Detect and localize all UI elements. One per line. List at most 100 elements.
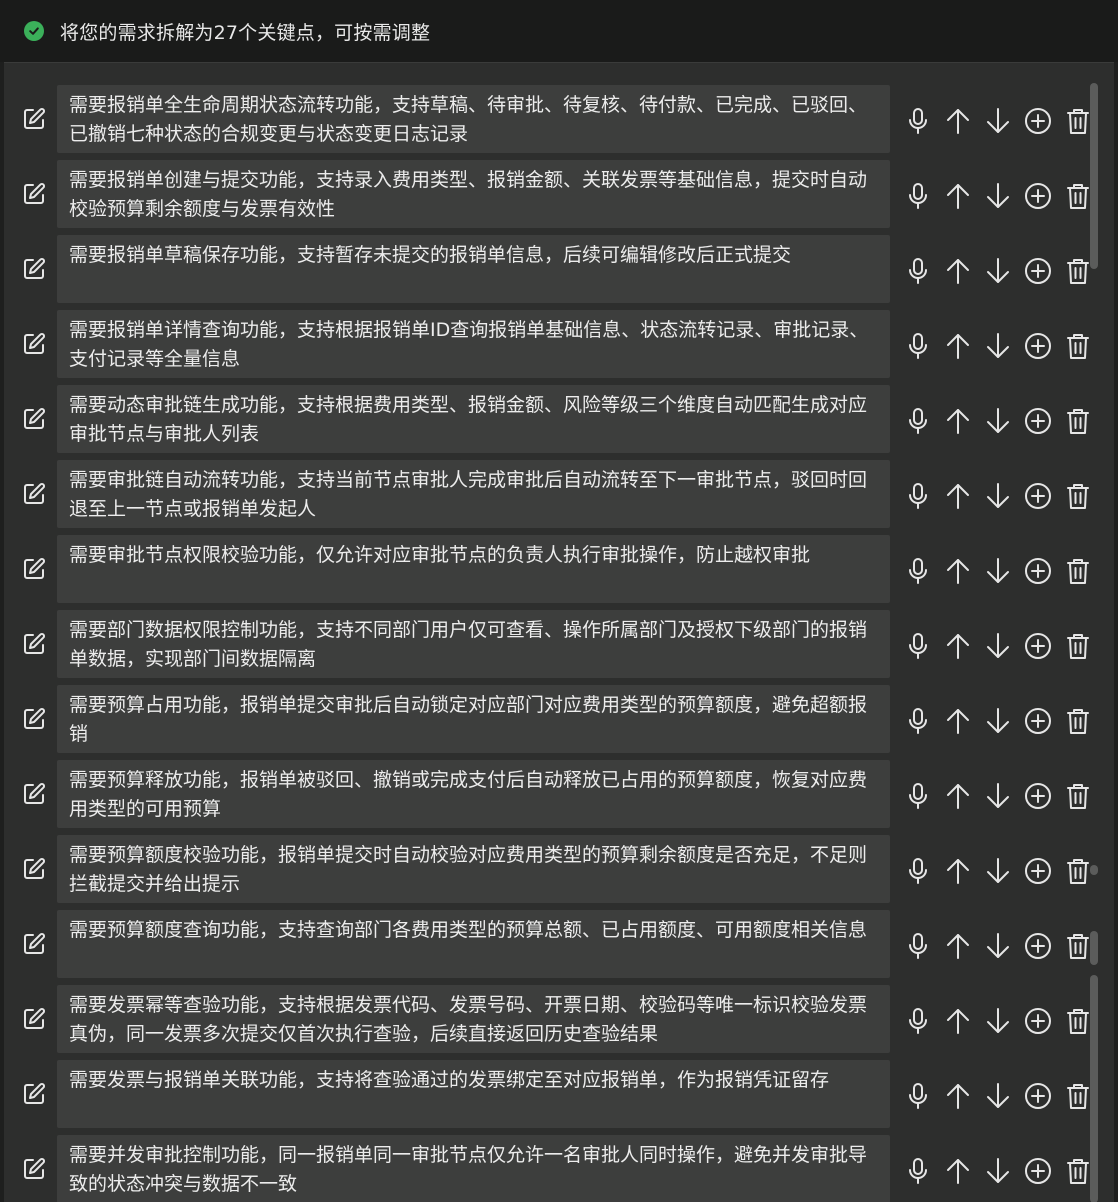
edit-icon[interactable]: [20, 855, 48, 883]
scrollbar-thumb[interactable]: [1090, 83, 1098, 269]
arrow-up-icon[interactable]: [938, 104, 978, 138]
plus-circle-icon[interactable]: [1018, 779, 1058, 813]
arrow-down-icon[interactable]: [978, 329, 1018, 363]
arrow-up-icon[interactable]: [938, 554, 978, 588]
key-point-row: 需要审批节点权限校验功能，仅允许对应审批节点的负责人执行审批操作，防止越权审批: [4, 535, 1089, 610]
key-point-row: 需要预算额度校验功能，报销单提交时自动校验对应费用类型的预算剩余额度是否充足，不…: [4, 835, 1089, 910]
plus-circle-icon[interactable]: [1018, 104, 1058, 138]
arrow-up-icon[interactable]: [938, 629, 978, 663]
arrow-up-icon[interactable]: [938, 479, 978, 513]
arrow-up-icon[interactable]: [938, 254, 978, 288]
row-actions: [898, 479, 1098, 513]
edit-icon[interactable]: [20, 405, 48, 433]
key-point-text[interactable]: 需要报销单全生命周期状态流转功能，支持草稿、待审批、待复核、待付款、已完成、已驳…: [57, 85, 890, 153]
mic-icon[interactable]: [898, 1154, 938, 1188]
key-point-text[interactable]: 需要报销单草稿保存功能，支持暂存未提交的报销单信息，后续可编辑修改后正式提交: [57, 235, 890, 303]
edit-icon[interactable]: [20, 330, 48, 358]
arrow-down-icon[interactable]: [978, 1154, 1018, 1188]
arrow-down-icon[interactable]: [978, 704, 1018, 738]
key-point-text[interactable]: 需要发票与报销单关联功能，支持将查验通过的发票绑定至对应报销单，作为报销凭证留存: [57, 1060, 890, 1128]
plus-circle-icon[interactable]: [1018, 1154, 1058, 1188]
plus-circle-icon[interactable]: [1018, 1004, 1058, 1038]
key-point-text[interactable]: 需要动态审批链生成功能，支持根据费用类型、报销金额、风险等级三个维度自动匹配生成…: [57, 385, 890, 453]
plus-circle-icon[interactable]: [1018, 404, 1058, 438]
mic-icon[interactable]: [898, 854, 938, 888]
plus-circle-icon[interactable]: [1018, 554, 1058, 588]
arrow-up-icon[interactable]: [938, 404, 978, 438]
edit-icon[interactable]: [20, 255, 48, 283]
arrow-up-icon[interactable]: [938, 1154, 978, 1188]
mic-icon[interactable]: [898, 104, 938, 138]
edit-icon[interactable]: [20, 105, 48, 133]
plus-circle-icon[interactable]: [1018, 179, 1058, 213]
key-point-text[interactable]: 需要报销单创建与提交功能，支持录入费用类型、报销金额、关联发票等基础信息，提交时…: [57, 160, 890, 228]
arrow-up-icon[interactable]: [938, 179, 978, 213]
plus-circle-icon[interactable]: [1018, 1079, 1058, 1113]
arrow-down-icon[interactable]: [978, 479, 1018, 513]
row-actions: [898, 329, 1098, 363]
scrollbar-segment: [1090, 865, 1098, 875]
header-title: 将您的需求拆解为27个关键点，可按需调整: [60, 21, 431, 44]
key-point-text[interactable]: 需要预算占用功能，报销单提交审批后自动锁定对应部门对应费用类型的预算额度，避免超…: [57, 685, 890, 753]
key-point-text[interactable]: 需要并发审批控制功能，同一报销单同一审批节点仅允许一名审批人同时操作，避免并发审…: [57, 1135, 890, 1202]
arrow-up-icon[interactable]: [938, 854, 978, 888]
key-points-panel[interactable]: 需要报销单全生命周期状态流转功能，支持草稿、待审批、待复核、待付款、已完成、已驳…: [4, 62, 1114, 1202]
mic-icon[interactable]: [898, 479, 938, 513]
arrow-down-icon[interactable]: [978, 779, 1018, 813]
arrow-up-icon[interactable]: [938, 779, 978, 813]
key-point-text[interactable]: 需要报销单详情查询功能，支持根据报销单ID查询报销单基础信息、状态流转记录、审批…: [57, 310, 890, 378]
arrow-down-icon[interactable]: [978, 554, 1018, 588]
arrow-down-icon[interactable]: [978, 1004, 1018, 1038]
arrow-down-icon[interactable]: [978, 629, 1018, 663]
key-point-text[interactable]: 需要审批节点权限校验功能，仅允许对应审批节点的负责人执行审批操作，防止越权审批: [57, 535, 890, 603]
arrow-up-icon[interactable]: [938, 1004, 978, 1038]
key-point-text[interactable]: 需要预算额度查询功能，支持查询部门各费用类型的预算总额、已占用额度、可用额度相关…: [57, 910, 890, 978]
arrow-down-icon[interactable]: [978, 104, 1018, 138]
mic-icon[interactable]: [898, 554, 938, 588]
key-point-text[interactable]: 需要预算释放功能，报销单被驳回、撤销或完成支付后自动释放已占用的预算额度，恢复对…: [57, 760, 890, 828]
key-point-text[interactable]: 需要预算额度校验功能，报销单提交时自动校验对应费用类型的预算剩余额度是否充足，不…: [57, 835, 890, 903]
row-actions: [898, 1079, 1098, 1113]
mic-icon[interactable]: [898, 329, 938, 363]
plus-circle-icon[interactable]: [1018, 479, 1058, 513]
mic-icon[interactable]: [898, 179, 938, 213]
mic-icon[interactable]: [898, 254, 938, 288]
edit-icon[interactable]: [20, 930, 48, 958]
key-point-text[interactable]: 需要发票幂等查验功能，支持根据发票代码、发票号码、开票日期、校验码等唯一标识校验…: [57, 985, 890, 1053]
edit-icon[interactable]: [20, 180, 48, 208]
plus-circle-icon[interactable]: [1018, 929, 1058, 963]
key-point-text[interactable]: 需要审批链自动流转功能，支持当前节点审批人完成审批后自动流转至下一审批节点，驳回…: [57, 460, 890, 528]
plus-circle-icon[interactable]: [1018, 329, 1058, 363]
arrow-down-icon[interactable]: [978, 854, 1018, 888]
mic-icon[interactable]: [898, 1079, 938, 1113]
mic-icon[interactable]: [898, 629, 938, 663]
edit-icon[interactable]: [20, 780, 48, 808]
arrow-up-icon[interactable]: [938, 929, 978, 963]
plus-circle-icon[interactable]: [1018, 254, 1058, 288]
edit-icon[interactable]: [20, 480, 48, 508]
plus-circle-icon[interactable]: [1018, 704, 1058, 738]
edit-icon[interactable]: [20, 1155, 48, 1183]
arrow-down-icon[interactable]: [978, 254, 1018, 288]
edit-icon[interactable]: [20, 1080, 48, 1108]
plus-circle-icon[interactable]: [1018, 629, 1058, 663]
arrow-down-icon[interactable]: [978, 179, 1018, 213]
mic-icon[interactable]: [898, 929, 938, 963]
scrollbar[interactable]: [1090, 83, 1100, 1202]
edit-icon[interactable]: [20, 1005, 48, 1033]
arrow-down-icon[interactable]: [978, 929, 1018, 963]
arrow-up-icon[interactable]: [938, 329, 978, 363]
arrow-up-icon[interactable]: [938, 1079, 978, 1113]
key-point-text[interactable]: 需要部门数据权限控制功能，支持不同部门用户仅可查看、操作所属部门及授权下级部门的…: [57, 610, 890, 678]
plus-circle-icon[interactable]: [1018, 854, 1058, 888]
arrow-down-icon[interactable]: [978, 1079, 1018, 1113]
edit-icon[interactable]: [20, 555, 48, 583]
mic-icon[interactable]: [898, 779, 938, 813]
mic-icon[interactable]: [898, 1004, 938, 1038]
edit-icon[interactable]: [20, 630, 48, 658]
mic-icon[interactable]: [898, 404, 938, 438]
arrow-up-icon[interactable]: [938, 704, 978, 738]
mic-icon[interactable]: [898, 704, 938, 738]
edit-icon[interactable]: [20, 705, 48, 733]
arrow-down-icon[interactable]: [978, 404, 1018, 438]
